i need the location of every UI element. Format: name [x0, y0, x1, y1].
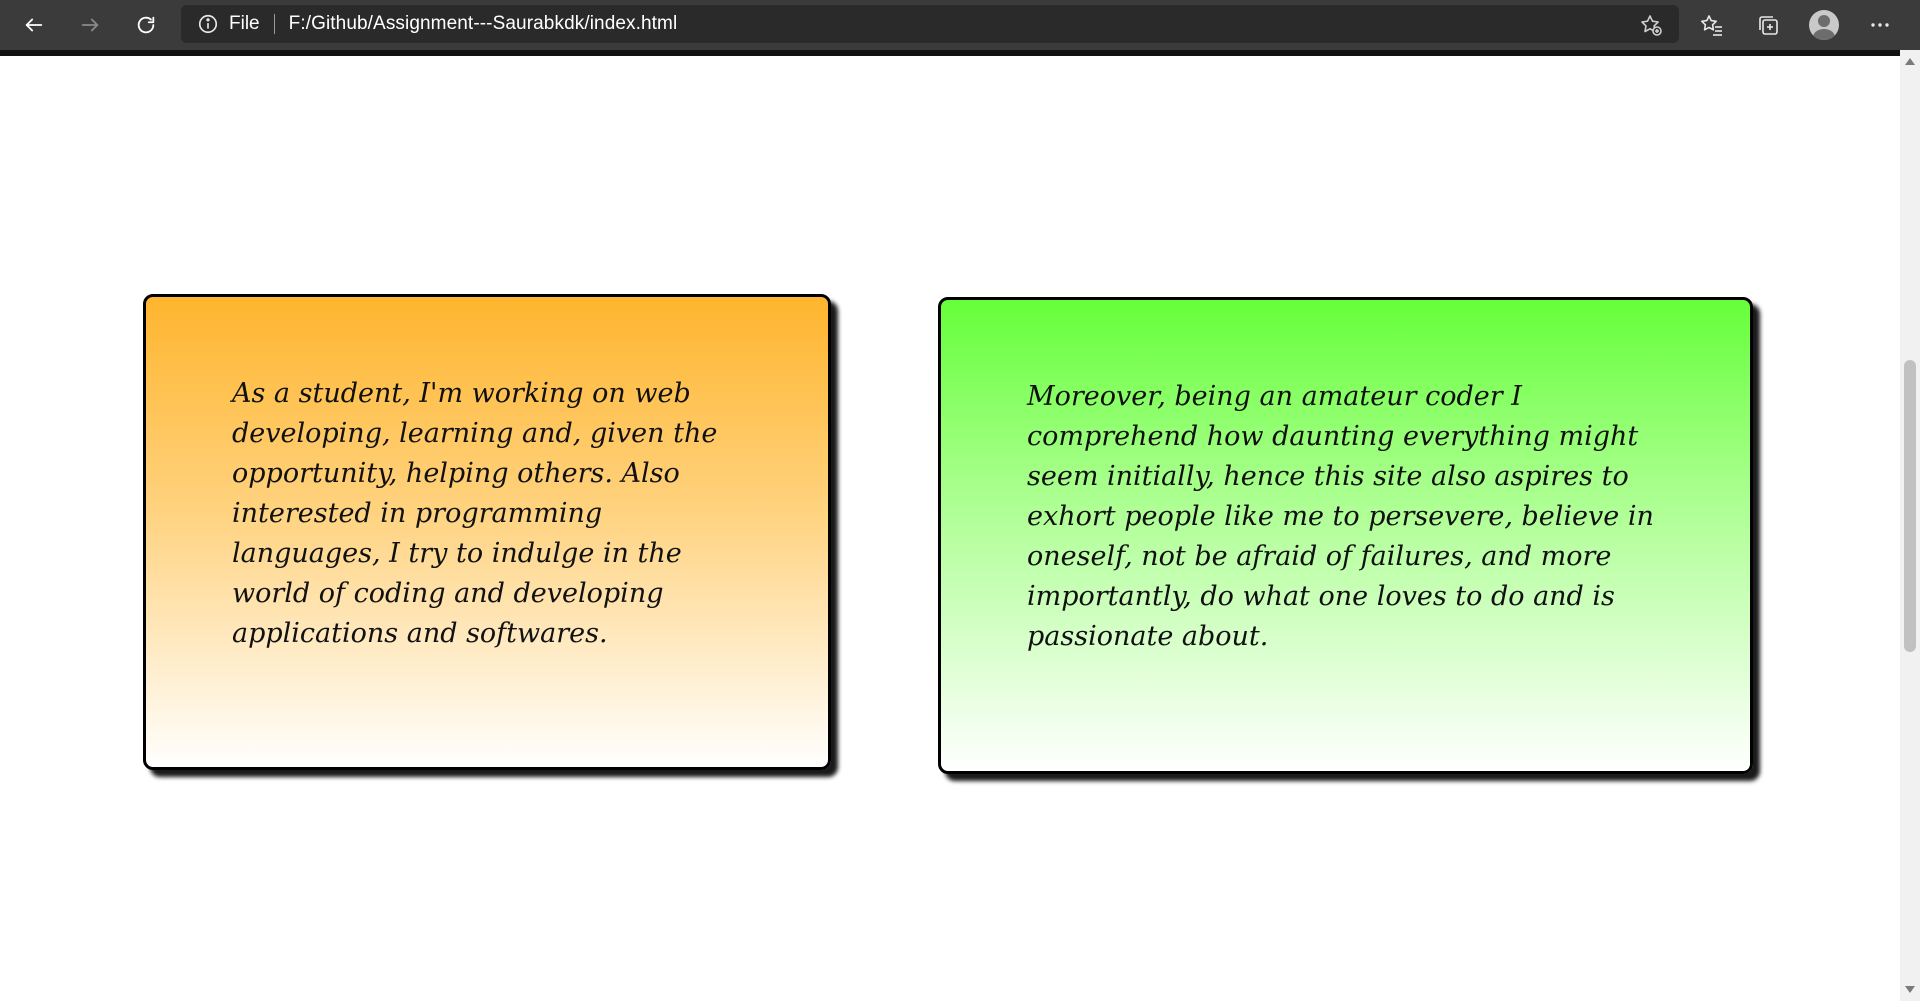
browser-toolbar: File F:/Github/Assignment---Saurabkdk/in… [0, 0, 1920, 50]
profile-button[interactable] [1796, 3, 1852, 47]
arrow-left-icon [25, 18, 43, 32]
address-bar[interactable]: File F:/Github/Assignment---Saurabkdk/in… [181, 5, 1679, 43]
forward-button[interactable] [68, 3, 112, 47]
site-scheme-label: File [229, 13, 260, 34]
url-text[interactable]: F:/Github/Assignment---Saurabkdk/index.h… [289, 13, 678, 35]
collections-icon [1759, 16, 1778, 35]
favorites-icon [1701, 15, 1722, 36]
about-card-student-text: As a student, I'm working on web develop… [232, 377, 718, 649]
more-button[interactable] [1852, 3, 1908, 47]
address-divider [273, 14, 275, 34]
more-icon [1871, 23, 1889, 27]
refresh-icon [137, 16, 155, 34]
page-top-border [0, 50, 1900, 56]
info-icon[interactable] [197, 13, 219, 35]
collections-button[interactable] [1740, 3, 1796, 47]
toolbar-right-tools [1684, 0, 1908, 50]
refresh-button[interactable] [124, 3, 168, 47]
vertical-scrollbar[interactable] [1900, 50, 1920, 1001]
scroll-up-arrow-icon[interactable] [1905, 58, 1915, 65]
back-button[interactable] [12, 3, 56, 47]
scroll-down-arrow-icon[interactable] [1905, 986, 1915, 993]
favorites-button[interactable] [1684, 3, 1740, 47]
about-card-amateur-coder-text: Moreover, being an amateur coder I compr… [1027, 381, 1654, 652]
arrow-right-icon [81, 18, 99, 32]
about-card-amateur-coder: Moreover, being an amateur coder I compr… [938, 297, 1753, 774]
avatar [1809, 10, 1839, 40]
star-add-icon[interactable] [1639, 13, 1663, 37]
about-card-student: As a student, I'm working on web develop… [143, 294, 831, 770]
scrollbar-thumb[interactable] [1904, 360, 1916, 652]
